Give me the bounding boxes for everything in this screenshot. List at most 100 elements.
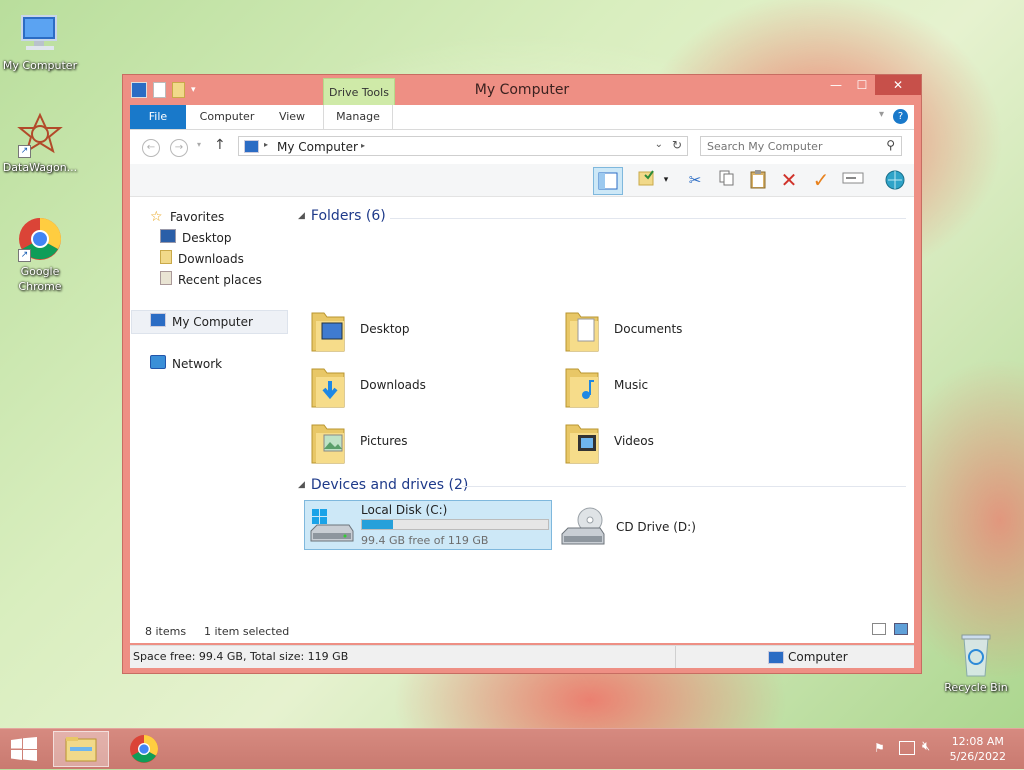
folder-music[interactable]: Music [552, 361, 792, 413]
nav-item-downloads[interactable]: Downloads [160, 249, 244, 269]
folder-label: Desktop [360, 322, 410, 336]
star-icon: ☆ [150, 209, 163, 225]
globe-icon[interactable] [884, 169, 906, 191]
title-bar[interactable]: ▾ Drive Tools My Computer — ☐ ✕ [123, 75, 921, 106]
pictures-folder-icon [308, 419, 348, 465]
item-count: 8 items [145, 625, 187, 638]
desktop-icon-my-computer[interactable]: My Computer [0, 10, 80, 73]
folder-downloads[interactable]: Downloads [298, 361, 538, 413]
drive-cd-d[interactable]: CD Drive (D:) [560, 502, 806, 550]
large-icons-view-icon[interactable] [894, 623, 908, 635]
folder-label: Documents [614, 322, 683, 336]
speaker-muted-icon[interactable]: 🔇︎ [922, 739, 930, 754]
paste-icon[interactable] [747, 169, 769, 191]
folder-pictures[interactable]: Pictures [298, 417, 538, 469]
desktop-icon-label: My Computer [2, 59, 78, 72]
refresh-icon[interactable]: ↻ [672, 138, 682, 152]
network-icon [150, 355, 166, 369]
disk-usage-bar [361, 519, 549, 530]
nav-label: Recent places [178, 273, 262, 287]
forward-button[interactable]: → [170, 139, 188, 157]
window-title: My Computer [474, 82, 570, 98]
folders-group-header[interactable]: ◢ Folders (6) [298, 208, 386, 224]
location-label: Computer [788, 650, 848, 664]
nav-label: Network [172, 357, 223, 371]
desktop-icon-label: Google Chrome [18, 265, 62, 293]
search-icon[interactable]: ⚲ [886, 138, 895, 152]
computer-icon [150, 313, 166, 327]
folder-documents[interactable]: Documents [552, 305, 792, 357]
up-button[interactable]: ↑ [214, 137, 226, 153]
videos-folder-icon [562, 419, 602, 465]
nav-item-my-computer[interactable]: My Computer [150, 312, 253, 332]
chevron-down-icon[interactable]: ▾ [660, 169, 672, 191]
desktop-icon-datawagon[interactable]: ↗ DataWagon... [0, 112, 80, 175]
nav-item-desktop[interactable]: Desktop [160, 228, 232, 248]
drive-local-disk-c[interactable]: Local Disk (C:) 99.4 GB free of 119 GB [304, 500, 552, 550]
collapse-arrow-icon[interactable]: ◢ [298, 211, 305, 221]
back-button[interactable]: ← [142, 139, 160, 157]
checkmark-icon[interactable]: ✓ [810, 169, 832, 191]
address-dropdown-icon[interactable]: ⌄ [655, 139, 663, 150]
search-box: ⚲ [700, 136, 902, 156]
address-row: ← → ▾ ↑ ▸ My Computer ▸ ⌄ ↻ ⚲ [130, 130, 914, 164]
recent-locations-chevron-icon[interactable]: ▾ [197, 140, 201, 149]
nav-label: Downloads [178, 252, 244, 266]
preview-pane-button[interactable] [593, 167, 623, 195]
computer-icon [768, 651, 784, 664]
chrome-icon [130, 735, 158, 763]
desktop-icon-google-chrome[interactable]: ↗ Google Chrome [0, 216, 80, 294]
tab-computer[interactable]: Computer [192, 105, 262, 129]
tab-file[interactable]: File [130, 105, 186, 129]
taskbar-chrome[interactable] [124, 731, 164, 767]
shortcut-arrow-icon: ↗ [18, 145, 31, 158]
explorer-window: ▾ Drive Tools My Computer — ☐ ✕ File Com… [122, 74, 922, 674]
maximize-button[interactable]: ☐ [849, 75, 875, 95]
drive-name: Local Disk (C:) [361, 503, 448, 517]
status-divider [675, 646, 676, 668]
desktop-icon-recycle-bin[interactable]: Recycle Bin [936, 632, 1016, 695]
folder-desktop[interactable]: Desktop [298, 305, 538, 357]
nav-item-network[interactable]: Network [150, 354, 222, 374]
help-icon[interactable]: ? [893, 109, 908, 124]
tab-manage[interactable]: Manage [323, 105, 393, 129]
address-bar[interactable]: ▸ My Computer ▸ ⌄ ↻ [238, 136, 688, 156]
drive-free-space: 99.4 GB free of 119 GB [361, 534, 489, 547]
system-clock[interactable]: 12:08 AM 5/26/2022 [950, 734, 1006, 764]
nav-label: Favorites [170, 210, 225, 224]
devices-group-header[interactable]: ◢ Devices and drives (2) [298, 477, 468, 493]
delete-icon[interactable]: ✕ [778, 169, 800, 191]
breadcrumb-chevron-icon[interactable]: ▸ [361, 141, 365, 150]
minimize-button[interactable]: — [823, 75, 849, 95]
recent-places-icon [160, 271, 172, 285]
rename-icon[interactable] [842, 169, 864, 191]
details-view-icon[interactable] [872, 623, 886, 635]
search-input[interactable] [707, 138, 877, 154]
details-status-bar: Space free: 99.4 GB, Total size: 119 GB … [130, 645, 914, 668]
breadcrumb-chevron-icon[interactable]: ▸ [264, 140, 268, 149]
cut-icon[interactable]: ✂ [684, 169, 706, 191]
downloads-folder-icon [308, 363, 348, 409]
taskbar-file-explorer[interactable] [53, 731, 109, 767]
chrome-icon: ↗ [16, 216, 64, 262]
nav-favorites[interactable]: ☆ Favorites [150, 207, 224, 227]
cd-drive-icon [560, 504, 606, 548]
space-summary: Space free: 99.4 GB, Total size: 119 GB [133, 650, 349, 663]
desktop-icon [160, 229, 176, 243]
collapse-arrow-icon[interactable]: ◢ [298, 480, 305, 490]
computer-icon [16, 10, 64, 56]
group-divider [390, 218, 906, 219]
drive-name: CD Drive (D:) [616, 520, 696, 534]
start-button[interactable] [10, 737, 38, 761]
status-bar: 8 items 1 item selected [130, 617, 914, 643]
breadcrumb-my-computer[interactable]: My Computer [277, 140, 358, 154]
folder-options-icon[interactable] [636, 169, 658, 191]
tab-view[interactable]: View [268, 105, 316, 129]
copy-icon[interactable] [716, 169, 738, 191]
close-button[interactable]: ✕ [875, 75, 921, 95]
folder-videos[interactable]: Videos [552, 417, 792, 469]
network-status-icon[interactable] [899, 741, 915, 755]
chevron-down-icon[interactable]: ▾ [879, 109, 884, 120]
action-center-flag-icon[interactable]: ⚑ [874, 741, 888, 755]
nav-item-recent-places[interactable]: Recent places [160, 270, 262, 290]
